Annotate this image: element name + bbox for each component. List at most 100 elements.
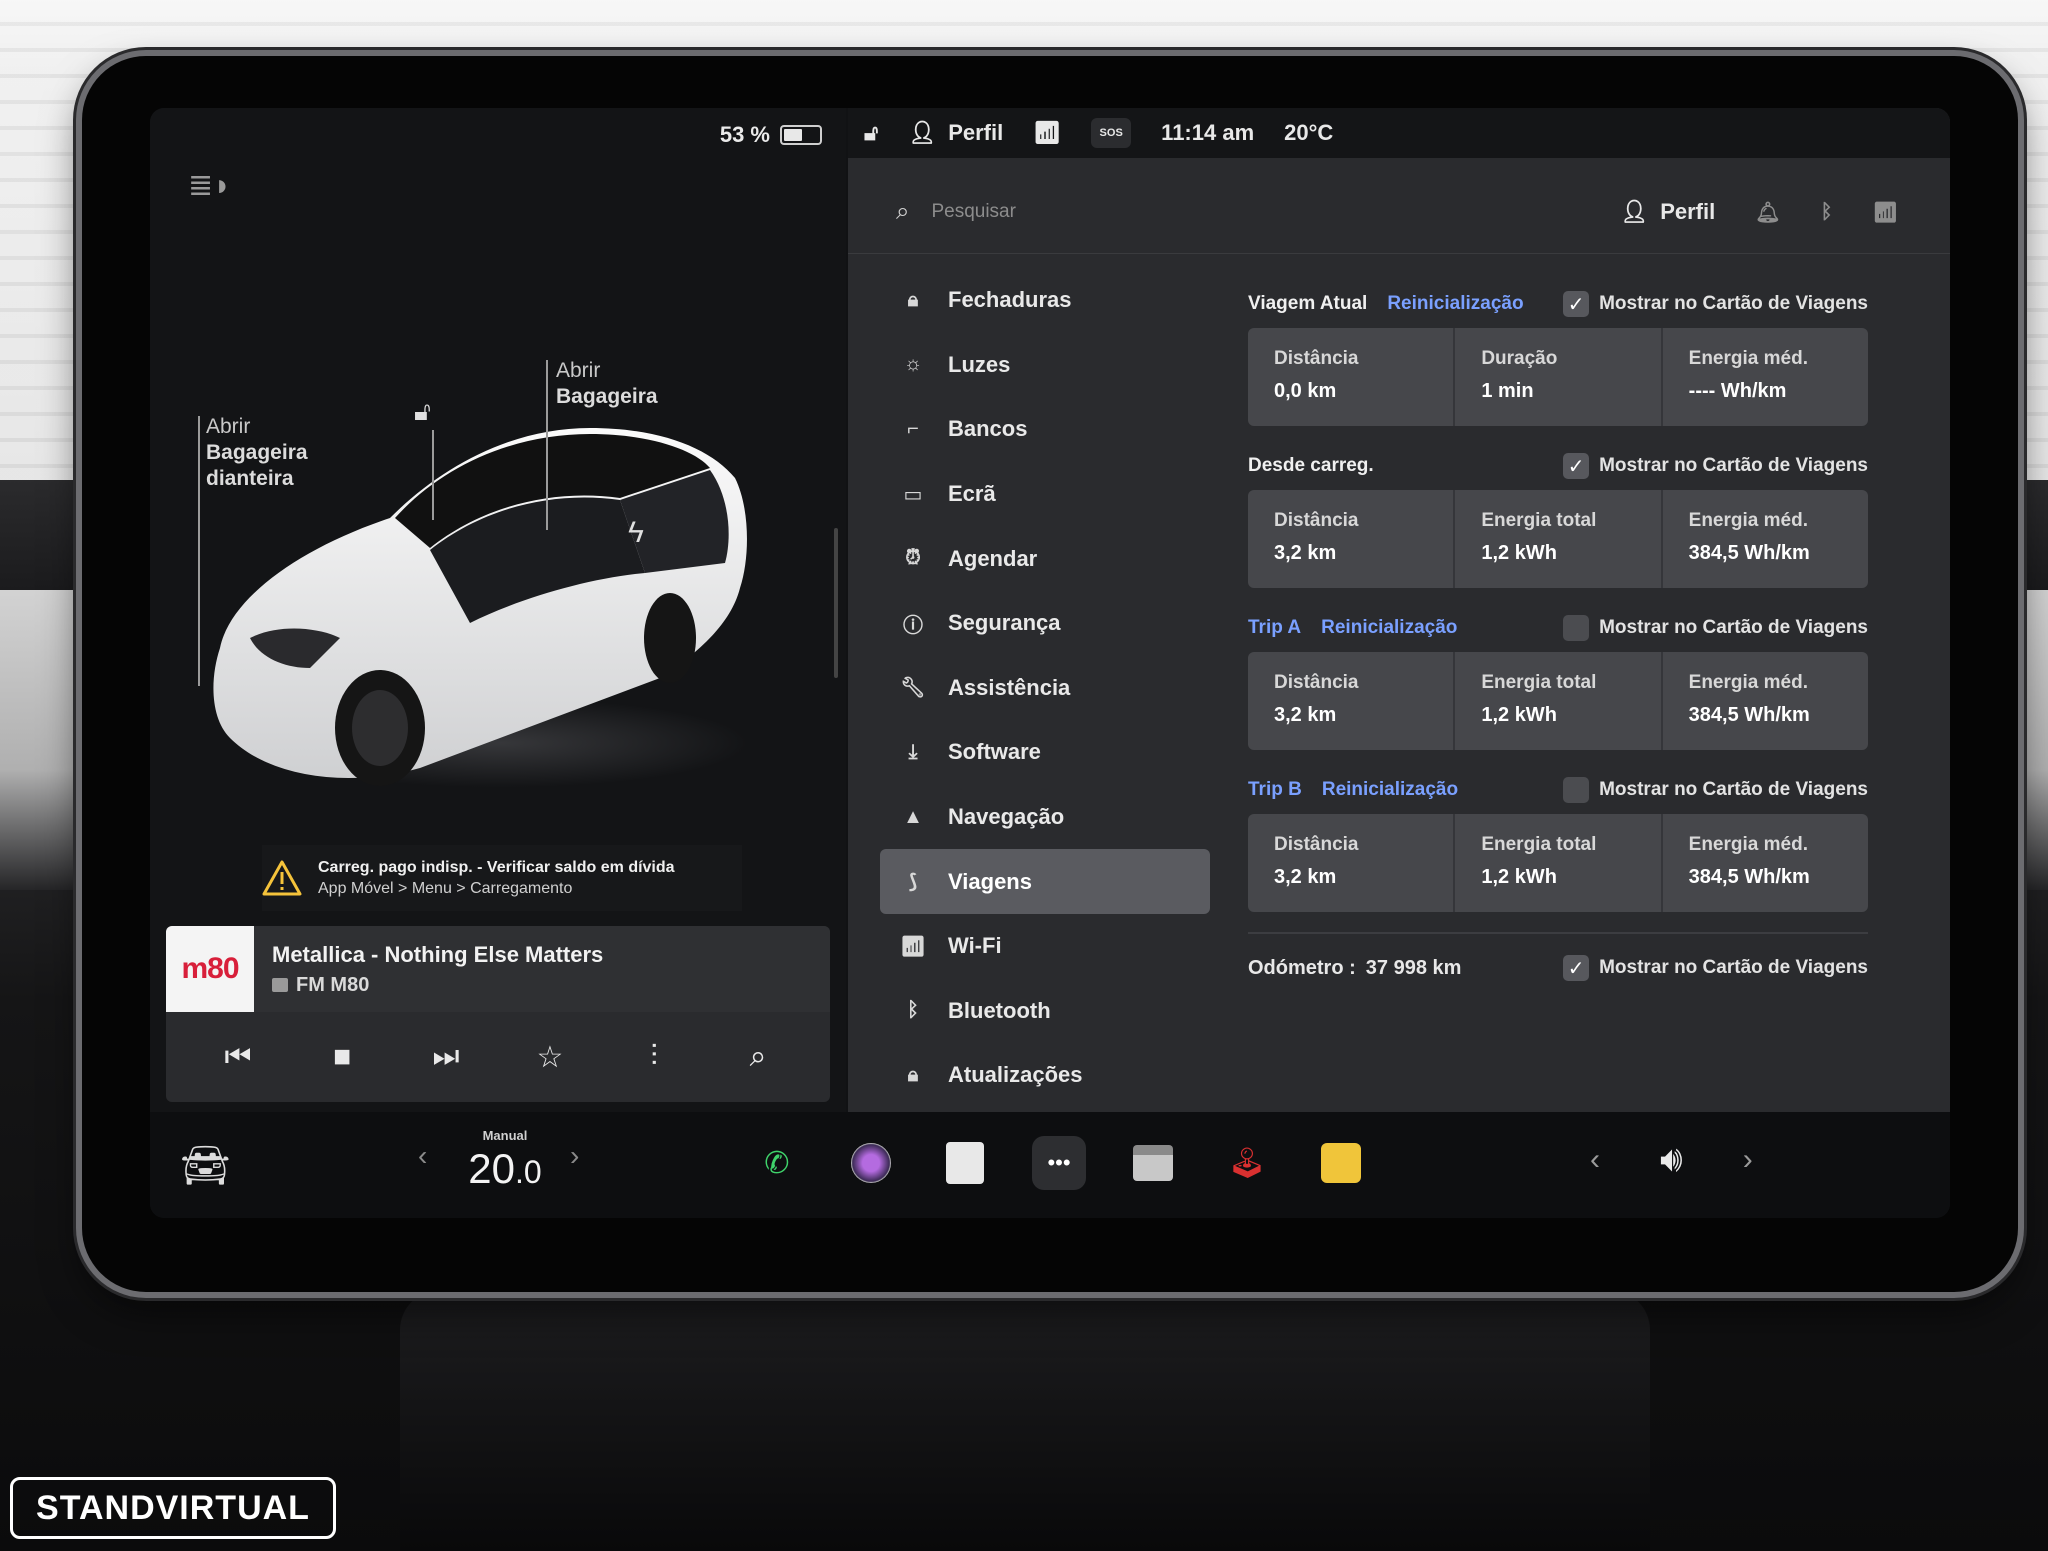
- wifi-status-icon: 📶︎: [1033, 120, 1062, 145]
- odometer-show-toggle[interactable]: ✓ Mostrar no Cartão de Viagens: [1563, 955, 1868, 981]
- sos-button[interactable]: SOS: [1091, 118, 1132, 148]
- rear-trunk-label[interactable]: Abrir Bagageira: [556, 358, 658, 410]
- profile-button[interactable]: 👤︎ Perfil: [908, 120, 1003, 146]
- menu-item-atualizacoes[interactable]: 🔒︎ Atualizações: [880, 1043, 1210, 1108]
- stat-value: 1,2 kWh: [1481, 704, 1557, 726]
- bluetooth-icon: ᛒ: [907, 999, 919, 1022]
- bluetooth-status-icon[interactable]: ᛒ: [1821, 201, 1833, 224]
- unlock-icon[interactable]: 🔓︎: [414, 396, 431, 428]
- stat-cell: Energia total 1,2 kWh: [1455, 814, 1663, 912]
- stat-cell: Duração 1 min: [1455, 328, 1663, 426]
- volume-up-chevron-icon[interactable]: ›: [1743, 1143, 1753, 1177]
- menu-item-fechaduras[interactable]: 🔒︎ Fechaduras: [880, 268, 1210, 333]
- camera-icon[interactable]: [844, 1136, 898, 1190]
- stat-value: 1,2 kWh: [1481, 542, 1557, 564]
- now-playing[interactable]: m80 Metallica - Nothing Else Matters FM …: [166, 926, 830, 1012]
- since-charge-show-toggle[interactable]: ✓ Mostrar no Cartão de Viagens: [1563, 453, 1868, 479]
- search-input[interactable]: [931, 200, 1332, 223]
- trip-b-show-toggle[interactable]: Mostrar no Cartão de Viagens: [1563, 777, 1868, 803]
- current-trip-reset-link[interactable]: Reinicialização: [1387, 293, 1523, 315]
- media-player: m80 Metallica - Nothing Else Matters FM …: [166, 926, 830, 1102]
- rear-trunk-verb: Abrir: [556, 359, 601, 382]
- front-trunk-label[interactable]: Abrir Bagageira dianteira: [206, 414, 308, 492]
- show-label: Mostrar no Cartão de Viagens: [1599, 293, 1868, 314]
- notepad-icon[interactable]: [938, 1136, 992, 1190]
- trip-b-title: Trip B: [1248, 779, 1302, 800]
- trip-b-reset-link[interactable]: Reinicialização: [1322, 779, 1458, 801]
- media-search-icon[interactable]: ⌕: [728, 1027, 788, 1087]
- menu-item-label: Luzes: [948, 351, 1011, 377]
- menu-item-label: Segurança: [948, 610, 1061, 636]
- menu-item-assistencia[interactable]: 🔧︎ Assistência: [880, 656, 1210, 721]
- settings-menu: 🔒︎ Fechaduras ☼ Luzes ⌐ Bancos ▭ Ecrã ⏰︎ Agendar ⓘ…: [880, 268, 1210, 1108]
- menu-item-label: Ecrã: [948, 481, 996, 507]
- more-apps-icon[interactable]: •••: [1032, 1136, 1086, 1190]
- charging-alert[interactable]: Carreg. pago indisp. - Verificar saldo e…: [262, 845, 742, 911]
- stat-label: Energia total: [1481, 834, 1597, 855]
- lock-line: [432, 430, 434, 520]
- menu-item-ecra[interactable]: ▭ Ecrã: [880, 462, 1210, 527]
- favorite-star-icon[interactable]: ☆: [520, 1027, 580, 1087]
- menu-item-label: Wi-Fi: [948, 933, 1002, 959]
- menu-item-software[interactable]: ⤓ Software: [880, 720, 1210, 785]
- stop-button[interactable]: ■: [312, 1027, 372, 1087]
- menu-item-agendar[interactable]: ⏰︎ Agendar: [880, 526, 1210, 591]
- settings-profile-label: Perfil: [1660, 199, 1716, 224]
- menu-item-luzes[interactable]: ☼ Luzes: [880, 333, 1210, 398]
- lock-status-icon[interactable]: 🔓︎: [864, 120, 878, 146]
- speaker-icon[interactable]: 🔊︎: [1660, 1138, 1683, 1181]
- menu-item-seguranca[interactable]: ⓘ Segurança: [880, 591, 1210, 656]
- checkbox-unchecked-icon: [1563, 615, 1590, 641]
- toybox-icon[interactable]: [1314, 1136, 1368, 1190]
- wifi-icon: 📶︎: [900, 935, 926, 958]
- volume-down-chevron-icon[interactable]: ‹: [1590, 1143, 1600, 1177]
- radio-icon: [272, 978, 288, 992]
- stat-cell: Energia total 1,2 kWh: [1455, 652, 1663, 750]
- clock: 11:14 am: [1161, 120, 1255, 145]
- auto-headlight-icon[interactable]: ≣◗: [188, 168, 231, 203]
- profile-label: Perfil: [948, 120, 1004, 145]
- vehicle-scrollbar[interactable]: [834, 528, 838, 678]
- current-trip-show-toggle[interactable]: ✓ Mostrar no Cartão de Viagens: [1563, 291, 1868, 317]
- joystick-icon[interactable]: 🕹︎: [1220, 1136, 1274, 1190]
- previous-track-button[interactable]: ⏮︎: [208, 1027, 268, 1087]
- odometer-value: 37 998 km: [1365, 956, 1462, 979]
- menu-item-navegacao[interactable]: ▲ Navegação: [880, 785, 1210, 850]
- menu-item-bancos[interactable]: ⌐ Bancos: [880, 397, 1210, 462]
- phone-icon[interactable]: ✆: [750, 1136, 804, 1190]
- climate-mode: Manual: [482, 1128, 528, 1143]
- front-trunk-side: dianteira: [206, 467, 294, 490]
- search-row: ⌕ 👤︎ Perfil 🔔︎ ᛒ 📶︎: [848, 170, 1950, 254]
- trip-a-stats: Distância 3,2 km Energia total 1,2 kWh Energ…: [1248, 652, 1868, 750]
- menu-item-bluetooth[interactable]: ᛒ Bluetooth: [880, 979, 1210, 1044]
- stat-label: Distância: [1274, 348, 1359, 369]
- bell-icon[interactable]: 🔔︎: [1755, 200, 1780, 225]
- climate-control[interactable]: Manual 20.0: [420, 1128, 590, 1193]
- next-track-button[interactable]: ⏭︎: [416, 1027, 476, 1087]
- equalizer-icon[interactable]: ⫶: [624, 1027, 684, 1087]
- charge-port-icon[interactable]: ϟ: [628, 516, 644, 550]
- menu-item-viagens[interactable]: ⟆ Viagens: [880, 849, 1210, 914]
- rear-trunk-word: Bagageira: [556, 385, 658, 408]
- cabin-temp: 20.0: [420, 1145, 590, 1193]
- battery-icon: [780, 125, 822, 145]
- front-trunk-verb: Abrir: [206, 415, 251, 438]
- trip-a-reset-link[interactable]: Reinicialização: [1321, 617, 1457, 639]
- stat-cell: Energia méd. 384,5 Wh/km: [1663, 652, 1868, 750]
- since-charge-stats: Distância 3,2 km Energia total 1,2 kWh Energ…: [1248, 490, 1868, 588]
- calendar-icon[interactable]: [1126, 1136, 1180, 1190]
- temp-increase-chevron-icon[interactable]: ›: [570, 1140, 579, 1172]
- trip-a-show-toggle[interactable]: Mostrar no Cartão de Viagens: [1563, 615, 1868, 641]
- settings-profile-button[interactable]: 👤︎ Perfil: [1620, 199, 1715, 225]
- watermark-logo: STANDVIRTUAL: [10, 1477, 336, 1539]
- alert-title: Carreg. pago indisp. - Verificar saldo e…: [318, 858, 675, 876]
- wifi-icon[interactable]: 📶︎: [1873, 200, 1898, 225]
- updates-icon: 🔒︎: [907, 1063, 919, 1086]
- menu-item-wi-fi[interactable]: 📶︎ Wi-Fi: [880, 914, 1210, 979]
- stat-cell: Distância 3,2 km: [1248, 652, 1456, 750]
- warning-icon: [262, 860, 302, 896]
- stat-label: Energia total: [1481, 672, 1597, 693]
- car-controls-icon[interactable]: 🚘︎: [180, 1142, 231, 1189]
- download-icon: ⤓: [908, 740, 918, 763]
- show-label: Mostrar no Cartão de Viagens: [1599, 779, 1868, 800]
